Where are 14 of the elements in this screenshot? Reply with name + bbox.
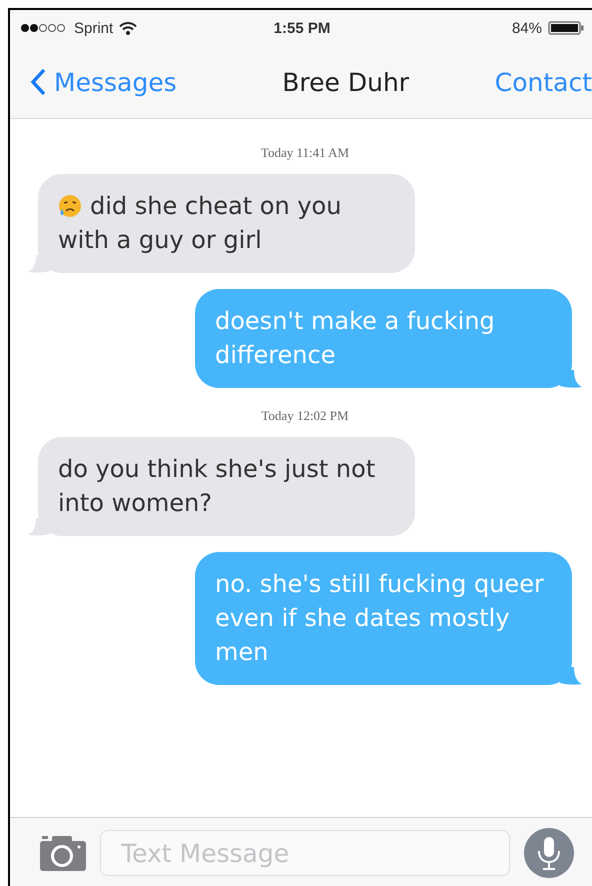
timestamp: Today 12:02 PM (261, 408, 349, 424)
microphone-icon[interactable] (524, 828, 574, 878)
camera-icon[interactable] (40, 835, 86, 871)
carrier-name: Sprint (74, 20, 114, 36)
signal-icon (20, 23, 68, 33)
battery-icon (548, 21, 584, 35)
timestamp: Today 11:41 AM (260, 145, 350, 161)
back-chevron-icon (30, 68, 46, 96)
contact-name: Bree Duhr (282, 68, 410, 96)
wifi-icon (119, 22, 138, 34)
clock-time: 1:55 PM (274, 20, 330, 36)
contact-link[interactable]: Contact (494, 68, 592, 96)
battery-percent: 84% (512, 20, 542, 36)
back-link[interactable]: Messages (30, 68, 177, 96)
